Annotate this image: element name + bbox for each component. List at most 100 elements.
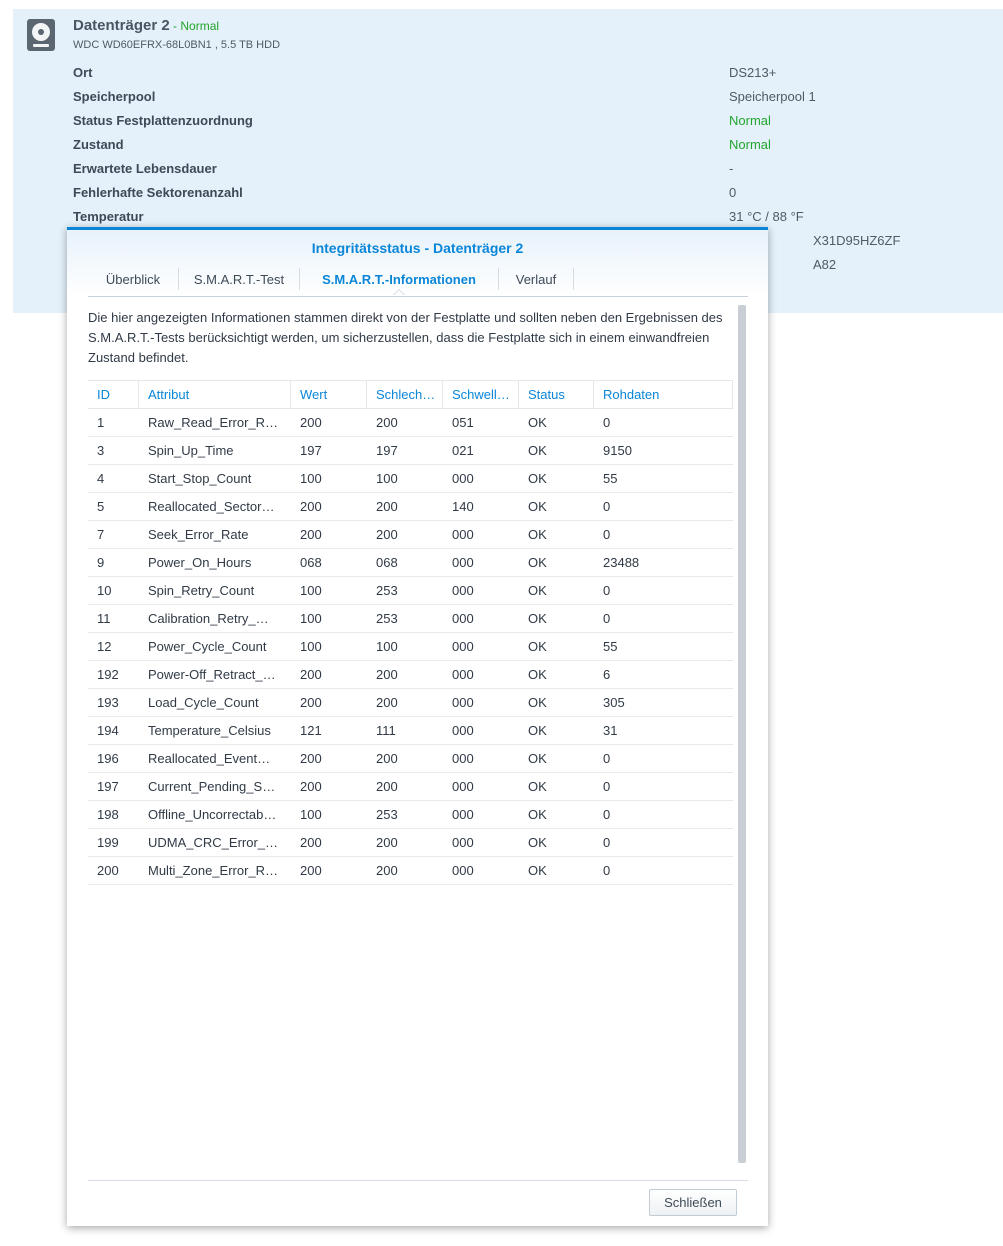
cell-status: OK	[528, 527, 547, 542]
disk-name: Datenträger 2	[73, 17, 170, 34]
cell-threshold: 000	[452, 807, 474, 822]
cell-worst: 200	[376, 695, 398, 710]
property-value: DS213+	[729, 65, 777, 80]
close-button[interactable]: Schließen	[649, 1189, 737, 1216]
cell-worst: 200	[376, 835, 398, 850]
cell-worst: 200	[376, 667, 398, 682]
cell-worst: 200	[376, 863, 398, 878]
table-row[interactable]: 4 Start_Stop_Count 100 100 000 OK 55	[88, 465, 733, 493]
health-status-dialog: Integritätsstatus - Datenträger 2 Überbl…	[67, 227, 768, 1226]
table-row[interactable]: 9 Power_On_Hours 068 068 000 OK 23488	[88, 549, 733, 577]
cell-threshold: 000	[452, 583, 474, 598]
cell-attribute: Multi_Zone_Error_R…	[148, 863, 279, 878]
table-row[interactable]: 198 Offline_Uncorrectab… 100 253 000 OK 0	[88, 801, 733, 829]
cell-attribute: Start_Stop_Count	[148, 471, 252, 486]
column-header-threshold[interactable]: Schwell…	[443, 381, 519, 408]
cell-attribute: Power-Off_Retract_…	[148, 667, 276, 682]
table-row[interactable]: 194 Temperature_Celsius 121 111 000 OK 31	[88, 717, 733, 745]
property-value: 31 °C / 88 °F	[729, 209, 804, 224]
table-row[interactable]: 10 Spin_Retry_Count 100 253 000 OK 0	[88, 577, 733, 605]
property-label: Speicherpool	[73, 89, 156, 104]
footer-divider	[88, 1180, 748, 1181]
property-label: Zustand	[73, 137, 124, 152]
table-row[interactable]: 7 Seek_Error_Rate 200 200 000 OK 0	[88, 521, 733, 549]
cell-id: 4	[97, 471, 105, 486]
cell-worst: 253	[376, 807, 398, 822]
cell-threshold: 000	[452, 639, 474, 654]
cell-value: 100	[300, 471, 322, 486]
cell-attribute: Temperature_Celsius	[148, 723, 271, 738]
table-row[interactable]: 5 Reallocated_Sector… 200 200 140 OK 0	[88, 493, 733, 521]
cell-id: 193	[97, 695, 119, 710]
cell-threshold: 000	[452, 779, 474, 794]
table-row[interactable]: 200 Multi_Zone_Error_R… 200 200 000 OK 0	[88, 857, 733, 885]
cell-attribute: Spin_Up_Time	[148, 443, 234, 458]
property-row: Zustand Normal	[73, 137, 973, 157]
property-row: Speicherpool Speicherpool 1	[73, 89, 973, 109]
hard-disk-icon	[27, 19, 55, 51]
disk-model: WDC WD60EFRX-68L0BN1 , 5.5 TB HDD	[73, 39, 281, 51]
cell-value: 200	[300, 779, 322, 794]
cell-raw-data: 0	[603, 779, 611, 794]
column-header-worst[interactable]: Schlech…	[367, 381, 443, 408]
cell-raw-data: 23488	[603, 555, 640, 570]
cell-id: 1	[97, 415, 105, 430]
cell-threshold: 000	[452, 863, 474, 878]
cell-attribute: Power_On_Hours	[148, 555, 252, 570]
cell-id: 197	[97, 779, 119, 794]
table-row[interactable]: 193 Load_Cycle_Count 200 200 000 OK 305	[88, 689, 733, 717]
cell-threshold: 051	[452, 415, 474, 430]
cell-threshold: 000	[452, 611, 474, 626]
cell-threshold: 000	[452, 835, 474, 850]
table-row[interactable]: 11 Calibration_Retry_… 100 253 000 OK 0	[88, 605, 733, 633]
cell-threshold: 000	[452, 723, 474, 738]
cell-value: 100	[300, 583, 322, 598]
cell-status: OK	[528, 471, 547, 486]
table-row[interactable]: 196 Reallocated_Event… 200 200 000 OK 0	[88, 745, 733, 773]
table-row[interactable]: 12 Power_Cycle_Count 100 100 000 OK 55	[88, 633, 733, 661]
cell-status: OK	[528, 695, 547, 710]
table-row[interactable]: 199 UDMA_CRC_Error_… 200 200 000 OK 0	[88, 829, 733, 857]
cell-raw-data: 0	[603, 835, 611, 850]
cell-threshold: 000	[452, 555, 474, 570]
cell-status: OK	[528, 835, 547, 850]
vertical-scrollbar[interactable]	[738, 305, 746, 1163]
cell-attribute: Load_Cycle_Count	[148, 695, 259, 710]
cell-id: 199	[97, 835, 119, 850]
cell-raw-data: 0	[603, 415, 611, 430]
table-row[interactable]: 3 Spin_Up_Time 197 197 021 OK 9150	[88, 437, 733, 465]
cell-status: OK	[528, 499, 547, 514]
cell-id: 192	[97, 667, 119, 682]
cell-threshold: 000	[452, 751, 474, 766]
property-value: Speicherpool 1	[729, 89, 816, 104]
cell-value: 100	[300, 611, 322, 626]
cell-value: 100	[300, 807, 322, 822]
cell-value: 200	[300, 835, 322, 850]
table-row[interactable]: 1 Raw_Read_Error_R… 200 200 051 OK 0	[88, 409, 733, 437]
tab-history[interactable]: Verlauf	[499, 264, 573, 295]
property-value: A82	[813, 257, 837, 272]
cell-status: OK	[528, 443, 547, 458]
table-row[interactable]: 192 Power-Off_Retract_… 200 200 000 OK 6	[88, 661, 733, 689]
cell-attribute: Spin_Retry_Count	[148, 583, 255, 598]
cell-id: 11	[97, 611, 111, 626]
cell-id: 3	[97, 443, 105, 458]
cell-raw-data: 9150	[603, 443, 632, 458]
cell-value: 200	[300, 667, 322, 682]
cell-status: OK	[528, 807, 547, 822]
column-header-id[interactable]: ID	[88, 381, 139, 408]
cell-raw-data: 0	[603, 499, 611, 514]
tab-smart-test[interactable]: S.M.A.R.T.-Test	[179, 264, 299, 295]
tab-overview[interactable]: Überblick	[88, 264, 178, 295]
cell-raw-data: 0	[603, 807, 611, 822]
property-row: Fehlerhafte Sektorenanzahl 0	[73, 185, 973, 205]
cell-id: 5	[97, 499, 105, 514]
table-row[interactable]: 197 Current_Pending_S… 200 200 000 OK 0	[88, 773, 733, 801]
cell-id: 10	[97, 583, 112, 598]
column-header-attribute[interactable]: Attribut	[139, 381, 291, 408]
column-header-value[interactable]: Wert	[291, 381, 367, 408]
column-header-status[interactable]: Status	[519, 381, 594, 408]
table-body: 1 Raw_Read_Error_R… 200 200 051 OK 0 3 Spin_Up_T…	[88, 409, 733, 885]
cell-raw-data: 31	[603, 723, 618, 738]
column-header-raw-data[interactable]: Rohdaten	[594, 381, 733, 408]
